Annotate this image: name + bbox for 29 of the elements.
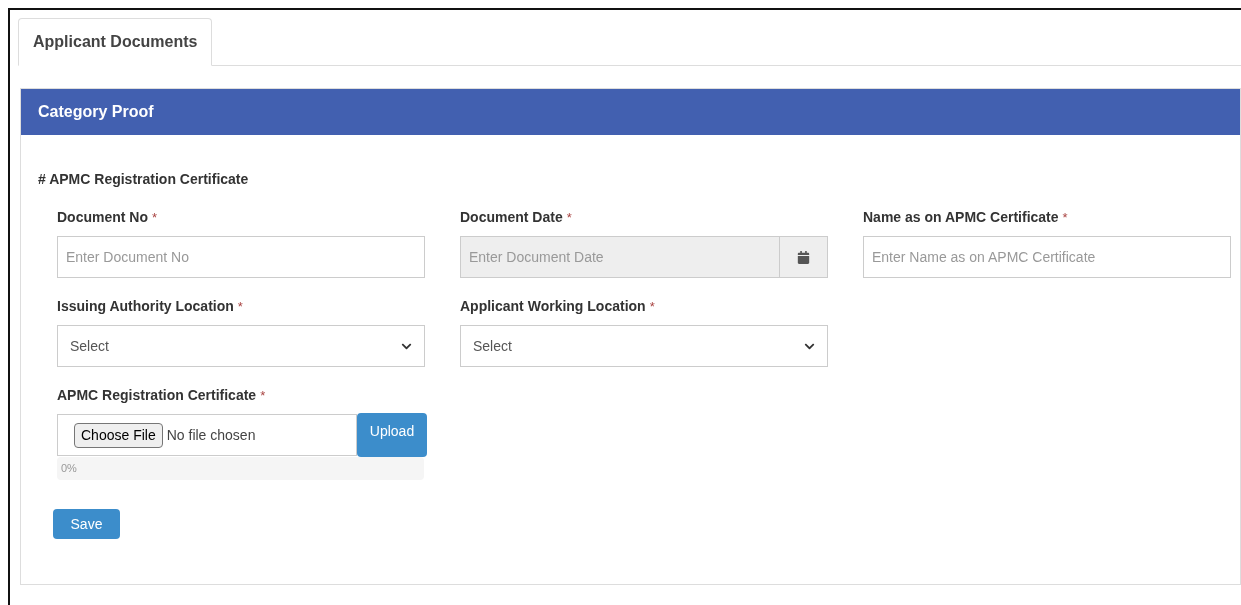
required-asterisk: * [152, 209, 158, 227]
field-label: Document No [57, 208, 148, 227]
tab[interactable]: Applicant Documents [18, 18, 213, 66]
required-asterisk: * [260, 387, 266, 405]
field-label: APMC Registration Certificate [57, 386, 257, 405]
field-label: Name as on APMC Certificate [863, 208, 1059, 227]
field-label: Applicant Working Location [460, 297, 646, 316]
panel-header: Category Proof [21, 89, 1240, 135]
required-asterisk: * [566, 209, 572, 227]
text-field[interactable]: Enter Name as on APMC Certificate [863, 236, 1231, 278]
required-asterisk: * [1062, 209, 1068, 227]
select-value: Select [473, 336, 512, 356]
select-dropdown[interactable]: Select [57, 325, 425, 367]
calendar-icon [797, 250, 810, 264]
file-input[interactable]: Choose File No file chosen [57, 414, 357, 456]
section-heading: # APMC Registration Certificate [38, 170, 250, 189]
upload-button[interactable]: Upload [357, 413, 427, 457]
required-asterisk: * [649, 298, 655, 316]
select-dropdown[interactable]: Select [460, 325, 828, 367]
field-label: Document Date [460, 208, 563, 227]
text-field[interactable]: Enter Document No [57, 236, 425, 278]
select-value: Select [70, 336, 109, 356]
file-status: No file chosen [166, 425, 256, 445]
calendar-button[interactable] [780, 236, 828, 278]
progress-reading: 0% [61, 461, 77, 477]
field-label: Issuing Authority Location [57, 297, 234, 316]
required-asterisk: * [237, 298, 243, 316]
choose-file-button[interactable]: Choose File [74, 422, 163, 448]
save-button[interactable]: Save [53, 509, 120, 539]
